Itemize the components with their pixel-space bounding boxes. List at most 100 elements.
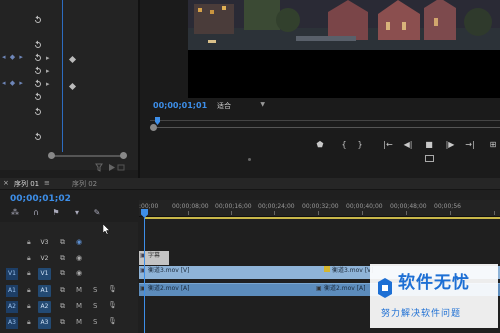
ruler-tick — [318, 211, 319, 215]
ruler-label: 00;00;08;00 — [172, 203, 209, 210]
reset-icon[interactable] — [33, 107, 43, 117]
track-name-v3[interactable]: V3 — [38, 237, 51, 249]
source-patch-v1[interactable]: V1 — [6, 268, 18, 280]
solo-button[interactable]: S — [93, 318, 97, 326]
eye-icon[interactable]: ◉ — [76, 238, 82, 246]
track-name-v2[interactable]: V2 — [38, 253, 51, 265]
effect-property-row: ▸ — [0, 66, 50, 79]
track-row-v3: 🔒︎ V3 ⧉ ◉ — [0, 236, 500, 252]
sync-lock-icon[interactable]: ⧉ — [60, 286, 65, 295]
keyframe-nav-icon[interactable]: ◂ ◆ ▸ — [2, 53, 24, 61]
zoom-handle-left[interactable] — [48, 152, 55, 159]
step-back-button[interactable]: ◀| — [402, 140, 414, 150]
microphone-icon[interactable]: 🎙︎ — [108, 301, 117, 309]
eye-icon[interactable]: ◉ — [76, 269, 82, 277]
sync-lock-icon[interactable]: ⧉ — [60, 318, 65, 327]
tab-sequence-01[interactable]: 序列 01 — [14, 179, 39, 189]
sync-lock-icon[interactable]: ⧉ — [60, 302, 65, 311]
video-clip[interactable]: ▣ 衡道3.mov [V] — [139, 266, 315, 279]
reset-icon[interactable] — [33, 15, 43, 25]
ruler-tick — [362, 211, 363, 215]
track-name-a3[interactable]: A3 — [38, 317, 51, 329]
ruler-label: 00;00;56 — [434, 203, 461, 210]
fx-applied-icon — [324, 266, 330, 272]
sync-lock-icon[interactable]: ⧉ — [60, 254, 65, 263]
audio-clip[interactable]: ▣ 衡道2.mov [A] — [139, 283, 315, 296]
effect-zoom-scrollbar[interactable] — [50, 155, 126, 157]
lock-icon[interactable]: 🔒︎ — [27, 302, 31, 311]
panel-menu-icon[interactable]: ≡ — [44, 179, 50, 187]
source-patch-a2[interactable]: A2 — [6, 301, 18, 313]
mark-in-button[interactable]: { — [340, 140, 348, 150]
effect-property-row — [0, 132, 46, 145]
insert-button[interactable]: ⊞ — [488, 140, 498, 150]
track-name-v1[interactable]: V1 — [38, 268, 51, 280]
zoom-handle-right[interactable] — [120, 152, 127, 159]
ruler-label: :00;00 — [139, 203, 159, 210]
reset-icon[interactable] — [33, 92, 43, 102]
clip-label: 衡道3.mov [V] — [148, 267, 190, 274]
keyframe-next-arrow-icon[interactable]: ▸ — [46, 54, 50, 62]
timeline-playhead-line[interactable] — [144, 218, 145, 333]
reset-icon[interactable] — [33, 40, 43, 50]
source-patch-a1[interactable]: A1 — [6, 285, 18, 297]
mark-out-button[interactable]: } — [356, 140, 364, 150]
lock-icon[interactable]: 🔒︎ — [27, 269, 31, 278]
program-timecode[interactable]: 00;00;01;01 — [153, 101, 207, 110]
timeline-timecode[interactable]: 00;00;01;02 — [10, 194, 71, 204]
mouse-cursor-icon — [103, 224, 110, 235]
mute-button[interactable]: M — [76, 302, 82, 310]
wrench-icon[interactable]: ✎ — [92, 208, 102, 217]
track-name-a2[interactable]: A2 — [38, 301, 51, 313]
tab-sequence-02[interactable]: 序列 02 — [72, 179, 97, 189]
lock-icon[interactable]: 🔒︎ — [27, 238, 31, 247]
track-name-a1[interactable]: A1 — [38, 285, 51, 297]
go-to-in-button[interactable]: |← — [382, 140, 394, 150]
microphone-icon[interactable]: 🎙︎ — [108, 317, 117, 325]
clip-label: 字幕 — [148, 252, 161, 259]
microphone-icon[interactable]: 🎙︎ — [108, 285, 117, 293]
nest-icon[interactable]: ⁂ — [10, 208, 20, 217]
keyframe-next-arrow-icon[interactable]: ▸ — [46, 67, 50, 75]
add-marker-icon[interactable]: ▾ — [72, 208, 82, 217]
close-icon[interactable]: × — [3, 179, 9, 187]
linked-selection-icon[interactable]: ⚑ — [51, 208, 61, 217]
mute-button[interactable]: M — [76, 318, 82, 326]
sync-lock-icon[interactable]: ⧉ — [60, 269, 65, 278]
lock-icon[interactable]: 🔒︎ — [27, 318, 31, 327]
ruler-label: 00;00;40;00 — [346, 203, 383, 210]
effect-property-row — [0, 107, 46, 120]
lock-icon[interactable]: 🔒︎ — [27, 254, 31, 263]
eye-icon[interactable]: ◉ — [76, 254, 82, 262]
add-marker-icon[interactable]: ⬟ — [316, 140, 324, 150]
fit-zoom-select[interactable]: 适合 ▼ — [217, 101, 265, 111]
watermark-title: 软件无忧 — [398, 273, 470, 293]
effect-property-row: ◂ ◆ ▸ ▸ — [0, 53, 50, 66]
reset-icon[interactable] — [33, 53, 43, 63]
work-area-bar[interactable] — [145, 217, 500, 219]
source-patch-a3[interactable]: A3 — [6, 317, 18, 329]
go-to-out-button[interactable]: →| — [464, 140, 476, 150]
filter-export-icon[interactable] — [95, 163, 129, 172]
solo-button[interactable]: S — [93, 286, 97, 294]
step-forward-button[interactable]: |▶ — [444, 140, 456, 150]
effect-property-row — [0, 92, 46, 105]
mute-button[interactable]: M — [76, 286, 82, 294]
reset-icon[interactable] — [33, 66, 43, 76]
watermark-subtitle: 努力解决软件问题 — [381, 309, 462, 319]
snap-icon[interactable]: ∩ — [31, 208, 41, 217]
program-zoom-handle[interactable] — [150, 124, 157, 131]
reset-icon[interactable] — [33, 79, 43, 89]
effect-property-row — [0, 40, 46, 53]
program-scrub-bar[interactable] — [150, 127, 500, 128]
keyframe-nav-icon[interactable]: ◂ ◆ ▸ — [2, 79, 24, 87]
export-frame-icon[interactable] — [425, 155, 434, 162]
keyframe-next-arrow-icon[interactable]: ▸ — [46, 80, 50, 88]
solo-button[interactable]: S — [93, 302, 97, 310]
chevron-down-icon: ▼ — [260, 101, 265, 108]
lock-icon[interactable]: 🔒︎ — [27, 286, 31, 295]
stop-button[interactable]: ■ — [424, 140, 434, 150]
reset-icon[interactable] — [33, 132, 43, 142]
sync-lock-icon[interactable]: ⧉ — [60, 238, 65, 247]
program-time-ruler[interactable] — [150, 115, 500, 121]
